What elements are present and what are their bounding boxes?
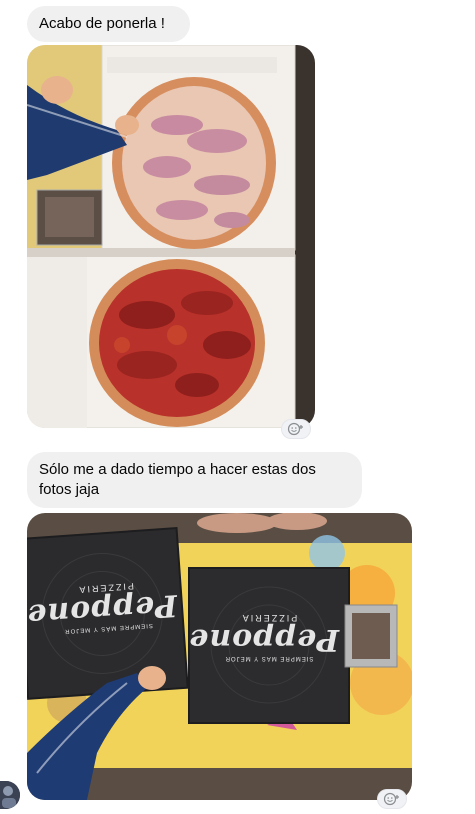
box-right-brand-big: Peppone xyxy=(188,622,339,657)
smiley-plus-icon xyxy=(383,792,399,806)
pizzas-photo-image xyxy=(27,45,315,428)
reaction-button-2[interactable] xyxy=(377,789,407,809)
smiley-plus-icon xyxy=(287,422,303,436)
pizza-box-left-brand: SIEMPRE MÁS Y MEJOR Peppone PIZZERIA xyxy=(27,578,178,636)
sender-avatar[interactable] xyxy=(0,781,20,809)
pizza-box-right-brand: SIEMPRE MÁS Y MEJOR Peppone PIZZERIA xyxy=(188,613,339,661)
message-photo-pizzas[interactable] xyxy=(27,45,315,428)
message-bubble-1: Acabo de ponerla ! xyxy=(27,6,190,42)
message-bubble-2: Sólo me a dado tiempo a hacer estas dos … xyxy=(27,452,362,508)
reaction-button-1[interactable] xyxy=(281,419,311,439)
message-text-2: Sólo me a dado tiempo a hacer estas dos … xyxy=(39,461,316,498)
message-photo-boxes[interactable]: SIEMPRE MÁS Y MEJOR Peppone PIZZERIA SIE… xyxy=(27,513,412,800)
message-text-1: Acabo de ponerla ! xyxy=(39,15,165,32)
avatar-image xyxy=(0,781,20,809)
